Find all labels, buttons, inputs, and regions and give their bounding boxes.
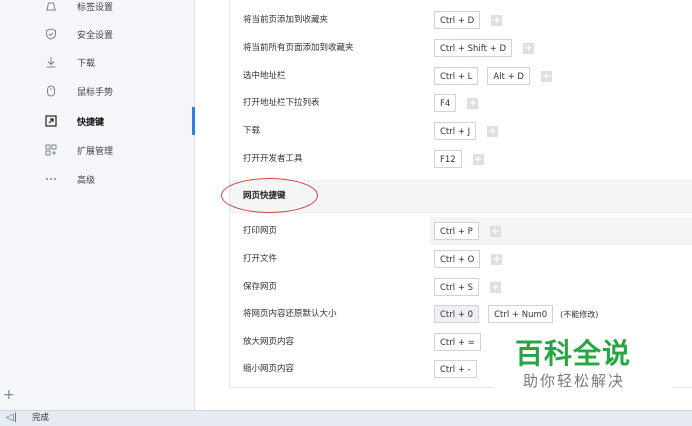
add-key-button[interactable]: + [540, 70, 552, 82]
shortcut-label: 打开地址栏下拉列表 [243, 98, 320, 108]
shortcut-label: 选中地址栏 [243, 71, 286, 81]
status-text: 完成 [32, 413, 50, 423]
shortcut-row: 将当前所有页面添加到收藏夹 Ctrl + Shift + D + [230, 34, 692, 62]
shortcut-row: 保存网页 Ctrl + S + [230, 273, 692, 301]
shortcut-row: 将网页内容还原默认大小 Ctrl + 0 Ctrl + Num0 (不能修改) [230, 300, 692, 328]
sidebar-item-label: 安全设置 [77, 30, 114, 41]
add-key-button[interactable]: + [472, 153, 484, 165]
tab-settings-icon [45, 0, 57, 12]
watermark-subtitle: 助你轻松解决 [523, 372, 626, 390]
sidebar-item-label: 标签设置 [77, 2, 114, 13]
shortcut-key[interactable]: Ctrl + P [434, 222, 479, 240]
shortcut-key[interactable]: Ctrl + O [434, 250, 481, 268]
shortcut-row: 选中地址栏 Ctrl + L Alt + D + [230, 62, 692, 90]
shortcut-key[interactable]: Ctrl + - [434, 360, 477, 378]
mouse-icon [45, 85, 57, 97]
shortcut-key[interactable]: Ctrl + = [434, 333, 481, 351]
add-key-button[interactable]: + [523, 42, 535, 54]
download-icon [45, 56, 57, 68]
shortcut-key[interactable]: Ctrl + S [434, 278, 480, 296]
shortcut-key[interactable]: F4 [434, 94, 457, 112]
extensions-icon [45, 144, 57, 156]
watermark: 百科全说 助你轻松解决 [493, 330, 673, 394]
shortcut-label: 打印网页 [243, 226, 278, 236]
sidebar-item-download[interactable]: 下载 [0, 48, 192, 76]
sidebar-item-label: 高级 [77, 175, 96, 186]
shortcut-key[interactable]: F12 [434, 150, 462, 168]
not-editable-note: (不能修改) [560, 309, 599, 319]
shield-icon [45, 28, 57, 40]
shortcut-key: Ctrl + 0 [434, 305, 480, 323]
add-key-button[interactable]: + [490, 281, 502, 293]
sidebar-item-shortcuts[interactable]: 快捷键 [0, 107, 195, 135]
add-key-button[interactable]: + [491, 14, 503, 26]
shortcut-key[interactable]: Ctrl + L [434, 67, 479, 85]
shortcut-row: 打印网页 Ctrl + P + [230, 217, 692, 245]
add-button[interactable]: + [3, 388, 15, 402]
sidebar: 标签设置 安全设置 下载 鼠标手势 快捷键 扩展管理 高级 + [0, 0, 195, 410]
sidebar-item-security[interactable]: 安全设置 [0, 20, 192, 48]
shortcut-label: 将当前所有页面添加到收藏夹 [243, 43, 354, 53]
add-key-button[interactable]: + [487, 125, 499, 137]
shortcut-row: 下载 Ctrl + J + [230, 117, 692, 145]
sidebar-item-mouse-gestures[interactable]: 鼠标手势 [0, 77, 192, 105]
shortcut-label: 保存网页 [243, 282, 278, 292]
shortcut-key[interactable]: Ctrl + J [434, 122, 477, 140]
sidebar-item-label: 下载 [77, 58, 96, 69]
shortcut-key[interactable]: Alt + D [487, 67, 530, 85]
shortcut-label: 打开文件 [243, 254, 278, 264]
sidebar-item-advanced[interactable]: 高级 [0, 165, 192, 193]
sidebar-item-label: 快捷键 [77, 117, 105, 128]
shortcut-label: 打开开发者工具 [243, 154, 303, 164]
section-header: 网页快捷键 [221, 178, 692, 213]
shortcut-icon [45, 115, 57, 127]
sidebar-item-extensions[interactable]: 扩展管理 [0, 136, 192, 164]
shortcut-row: 打开文件 Ctrl + O + [230, 245, 692, 273]
section-title: 网页快捷键 [243, 191, 286, 201]
shortcut-row: 打开开发者工具 F12 + [230, 145, 692, 173]
sidebar-item-tab-settings[interactable]: 标签设置 [0, 0, 192, 20]
panel-toggle-icon[interactable]: ◁| [6, 412, 17, 424]
add-key-button[interactable]: + [489, 225, 501, 237]
shortcut-key: Ctrl + Num0 [488, 305, 554, 323]
sidebar-item-label: 扩展管理 [77, 146, 114, 157]
shortcut-label: 将网页内容还原默认大小 [243, 309, 337, 319]
add-key-button[interactable]: + [467, 97, 479, 109]
shortcut-label: 将当前页添加到收藏夹 [243, 15, 329, 25]
more-icon [45, 173, 57, 185]
shortcut-label: 放大网页内容 [243, 337, 295, 347]
shortcut-row: 将当前页添加到收藏夹 Ctrl + D + [230, 6, 692, 34]
shortcut-label: 下载 [243, 126, 261, 136]
add-key-button[interactable]: + [491, 253, 503, 265]
shortcut-key[interactable]: Ctrl + D [434, 11, 481, 29]
sidebar-item-label: 鼠标手势 [77, 87, 114, 98]
shortcut-row: 打开地址栏下拉列表 F4 + [230, 89, 692, 117]
shortcut-key[interactable]: Ctrl + Shift + D [434, 39, 513, 57]
shortcut-label: 缩小网页内容 [243, 364, 295, 374]
status-bar: ◁| 完成 [0, 410, 692, 426]
watermark-title: 百科全说 [515, 337, 632, 370]
